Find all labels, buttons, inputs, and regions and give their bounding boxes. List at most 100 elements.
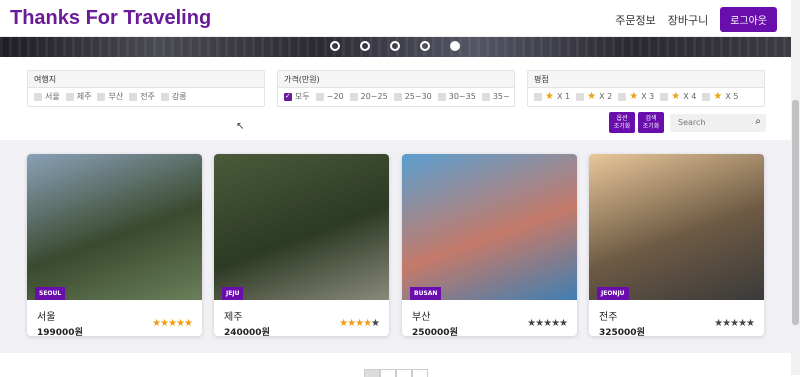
search-icon[interactable]: ⌕: [755, 116, 761, 127]
carousel-indicators: [330, 41, 460, 51]
tour-card[interactable]: JEJU 제주 240000원 ★★★★★: [214, 154, 389, 336]
checkbox[interactable]: [315, 92, 324, 101]
price-option[interactable]: 20~25: [349, 92, 388, 101]
card-rating: ★★★★★: [714, 318, 755, 329]
pagination: [364, 369, 428, 377]
nav: 주문정보 장바구니 로그아웃: [615, 7, 777, 32]
city-badge: JEONJU: [597, 287, 629, 300]
price-option[interactable]: ~20: [315, 92, 344, 101]
star-icon: ★: [371, 318, 380, 329]
star-icon: ★: [722, 318, 731, 329]
star-icon: ★: [559, 318, 568, 329]
rating-option[interactable]: ★ X 2: [576, 91, 612, 102]
star-icon: ★: [730, 318, 739, 329]
star-icon: ★: [184, 318, 193, 329]
destination-filter: 여행지 서울 제주 부산 전주 강릉: [27, 70, 265, 107]
destination-option-label: 서울: [45, 92, 60, 101]
destination-option-label: 제주: [76, 92, 92, 101]
price-option[interactable]: 35~: [481, 92, 510, 101]
rating-option[interactable]: ★ X 4: [660, 91, 696, 102]
star-icon: ★: [551, 318, 560, 329]
star-icon: ★: [746, 318, 755, 329]
star-icon: ★: [545, 91, 554, 102]
city-badge: SEOUL: [35, 287, 66, 300]
card-rating: ★★★★★: [527, 318, 568, 329]
checkbox[interactable]: [618, 92, 627, 101]
rating-option-label: X 4: [683, 92, 697, 101]
tour-card[interactable]: JEONJU 전주 325000원 ★★★★★: [589, 154, 764, 336]
checkbox[interactable]: [481, 92, 490, 101]
scrollbar[interactable]: [791, 0, 800, 375]
tour-card-list: SEOUL 서울 199000원 ★★★★★ JEJU 제주 240000원 ★★★★★ BUS…: [0, 140, 791, 353]
destination-option-label: 전주: [140, 92, 155, 101]
price-option[interactable]: 25~30: [393, 92, 432, 101]
checkbox[interactable]: [129, 92, 138, 101]
card-rating: ★★★★★: [152, 318, 193, 329]
destination-option[interactable]: 부산: [97, 91, 123, 102]
star-icon: ★: [713, 91, 723, 102]
rating-filter: 평점 ★ X 1 ★ X 2 ★ X 3 ★ X 4 ★ X 5: [527, 70, 765, 107]
rating-option[interactable]: ★ X 3: [618, 91, 654, 102]
page-button[interactable]: [364, 369, 380, 377]
nav-cart-link[interactable]: 장바구니: [668, 12, 708, 28]
checkbox[interactable]: [97, 92, 106, 101]
brand-logo[interactable]: Thanks For Traveling: [10, 7, 211, 30]
scrollbar-thumb[interactable]: [792, 100, 799, 325]
checkbox[interactable]: [284, 92, 292, 101]
star-icon: ★: [629, 91, 639, 102]
reset-options-button[interactable]: 옵션 조기화: [609, 112, 635, 133]
price-option[interactable]: 모두: [284, 91, 310, 102]
destination-option-label: 강릉: [171, 92, 187, 101]
destination-option[interactable]: 제주: [65, 91, 92, 102]
card-info: 부산 250000원 ★★★★★: [402, 300, 577, 336]
reset-search-button[interactable]: 검색 조기화: [638, 112, 664, 133]
carousel-dot[interactable]: [420, 41, 430, 51]
star-icon: ★: [347, 318, 356, 329]
price-filter-title: 가격(만원): [278, 71, 514, 88]
page-button[interactable]: [412, 369, 428, 377]
checkbox[interactable]: [576, 92, 585, 101]
checkbox[interactable]: [702, 92, 711, 101]
price-option-label: 35~: [492, 92, 510, 101]
card-photo: SEOUL: [27, 154, 202, 300]
rating-option-label: X 2: [599, 92, 613, 101]
mouse-cursor-icon: ↖: [236, 121, 245, 132]
rating-option[interactable]: ★ X 5: [702, 91, 738, 102]
checkbox[interactable]: [65, 92, 74, 101]
destination-option[interactable]: 서울: [34, 91, 60, 102]
star-icon: ★: [535, 318, 544, 329]
price-option[interactable]: 30~35: [437, 92, 476, 101]
carousel-dot[interactable]: [330, 41, 340, 51]
tour-card[interactable]: BUSAN 부산 250000원 ★★★★★: [402, 154, 577, 336]
nav-orders-link[interactable]: 주문정보: [615, 12, 655, 28]
page-button[interactable]: [396, 369, 412, 377]
destination-option-label: 부산: [108, 92, 124, 101]
checkbox[interactable]: [34, 92, 42, 101]
checkbox[interactable]: [534, 92, 542, 101]
carousel-dot[interactable]: [450, 41, 460, 51]
price-option-label: 25~30: [404, 92, 432, 101]
checkbox[interactable]: [660, 92, 669, 101]
star-icon: ★: [543, 318, 552, 329]
carousel-dot[interactable]: [390, 41, 400, 51]
checkbox[interactable]: [437, 92, 446, 101]
rating-option[interactable]: ★ X 1: [534, 91, 570, 102]
card-photo: BUSAN: [402, 154, 577, 300]
page-button[interactable]: [380, 369, 396, 377]
carousel-dot[interactable]: [360, 41, 370, 51]
rating-filter-title: 평점: [528, 71, 764, 88]
star-icon: ★: [152, 318, 161, 329]
destination-option[interactable]: 전주: [129, 91, 155, 102]
checkbox[interactable]: [349, 92, 358, 101]
header: Thanks For Traveling 주문정보 장바구니 로그아웃: [0, 0, 791, 37]
logout-button[interactable]: 로그아웃: [720, 7, 777, 32]
search-input[interactable]: [678, 118, 748, 127]
checkbox[interactable]: [160, 92, 169, 101]
star-icon: ★: [355, 318, 364, 329]
filter-panel: 여행지 서울 제주 부산 전주 강릉 가격(만원) 모두 ~20 20~25 25~30 30~…: [0, 57, 791, 140]
card-photo: JEONJU: [589, 154, 764, 300]
checkbox[interactable]: [393, 92, 402, 101]
destination-option[interactable]: 강릉: [160, 91, 187, 102]
star-icon: ★: [339, 318, 348, 329]
tour-card[interactable]: SEOUL 서울 199000원 ★★★★★: [27, 154, 202, 336]
